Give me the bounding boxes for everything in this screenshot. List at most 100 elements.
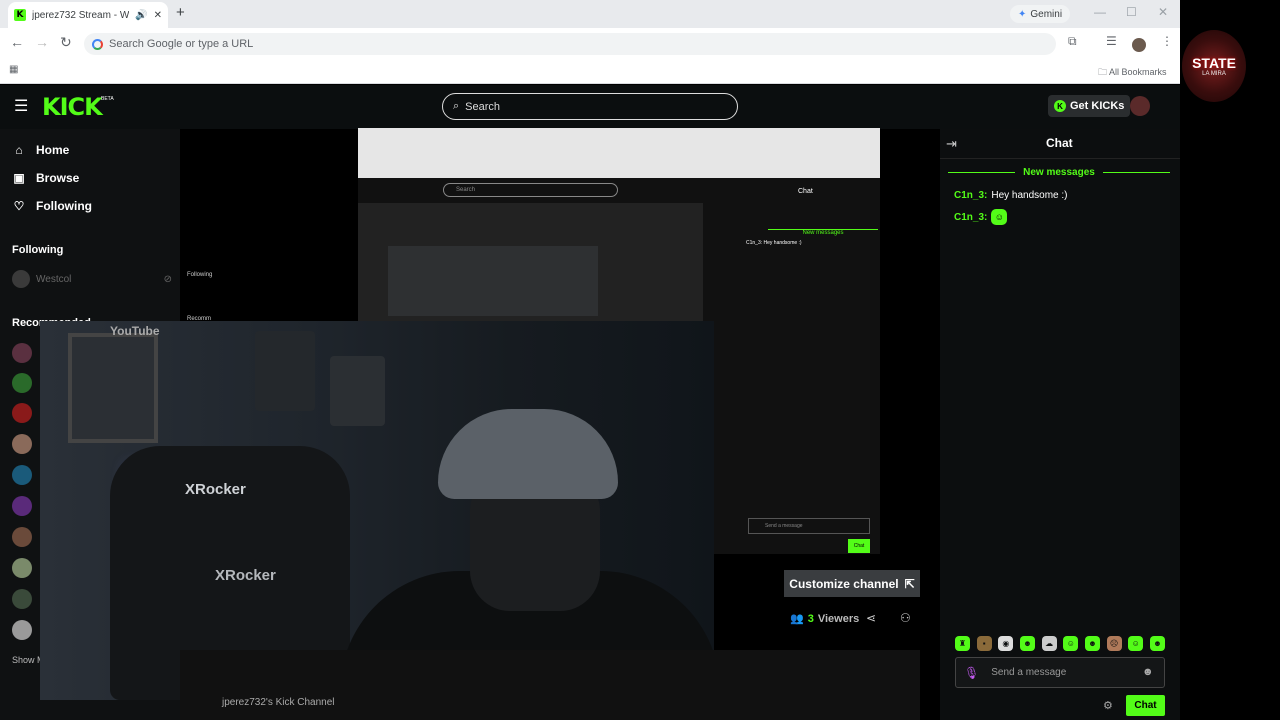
recommended-avatar[interactable]	[12, 558, 32, 578]
emote-icon[interactable]: ☻	[1149, 636, 1165, 651]
emoji-picker-icon[interactable]: ☻	[1142, 666, 1154, 678]
minimize-icon[interactable]: —	[1094, 5, 1106, 19]
chat-settings-icon[interactable]: ⚙	[1103, 699, 1113, 712]
emote-icon: ☺	[991, 209, 1008, 225]
search-placeholder: Search	[465, 100, 501, 113]
channel-name: Westcol	[36, 273, 72, 285]
chat-username[interactable]: C1n_3:	[954, 212, 987, 223]
user-avatar[interactable]	[1130, 96, 1150, 116]
emote-icon[interactable]: ☁	[1041, 636, 1057, 651]
recommended-avatar[interactable]	[12, 343, 32, 363]
followed-channel[interactable]: Westcol ⊘	[12, 270, 172, 288]
kicks-coin-icon: K	[1054, 100, 1066, 112]
get-kicks-button[interactable]: K Get KICKs	[1048, 95, 1131, 117]
kick-favicon-icon: K	[14, 9, 26, 21]
follow-user-icon[interactable]: ⚇	[900, 611, 911, 625]
recommended-avatar[interactable]	[12, 434, 32, 454]
close-tab-icon[interactable]: ✕	[154, 10, 162, 21]
emote-icon[interactable]: ☻	[1084, 636, 1100, 651]
recommended-avatar[interactable]	[12, 620, 32, 640]
wall-bag	[330, 356, 385, 426]
new-messages-label: New messages	[1023, 167, 1095, 178]
emote-icon[interactable]: ♜	[955, 636, 970, 651]
microphone-icon[interactable]: 🎙	[964, 666, 979, 680]
menu-icon[interactable]: ⋮	[1161, 34, 1173, 48]
youtube-label: YouTube	[110, 324, 160, 338]
recommended-avatar[interactable]	[12, 373, 32, 393]
sparkle-icon: ✦	[1018, 8, 1027, 20]
nested-new-messages: New messages	[768, 229, 878, 236]
send-chat-button[interactable]: Chat	[1126, 695, 1165, 716]
recommended-avatar[interactable]	[12, 496, 32, 516]
sidebar-item-browse[interactable]: ▣ Browse	[12, 171, 79, 185]
forward-icon[interactable]: →	[35, 34, 49, 50]
chair-brand-top: XRocker	[185, 481, 246, 498]
emote-bar: ♜ ▪ ◉ ☻ ☁ ☺ ☻ ☹ ☺ ☻	[955, 636, 1165, 651]
search-input[interactable]: ⌕ Search	[442, 93, 738, 120]
offline-icon: ⊘	[163, 273, 172, 285]
customize-channel-button[interactable]: Customize channel ⇱	[784, 570, 920, 597]
emote-icon[interactable]: ▪	[976, 636, 992, 651]
send-message-input[interactable]: 🎙 Send a message	[955, 657, 1165, 688]
get-kicks-label: Get KICKs	[1070, 100, 1125, 112]
sidebar-item-home[interactable]: ⌂ Home	[12, 143, 69, 157]
sidebar-item-label: Home	[36, 143, 70, 157]
search-icon: ⌕	[453, 100, 460, 112]
reload-icon[interactable]: ↻	[60, 34, 72, 51]
sidebar-item-label: Following	[36, 199, 92, 213]
hamburger-menu-icon[interactable]: ☰	[14, 96, 28, 116]
emote-icon[interactable]: ☺	[1063, 636, 1079, 651]
folder-icon: 🗀	[1098, 67, 1108, 77]
nested-chat-title: Chat	[798, 188, 813, 195]
emote-icon[interactable]: ◉	[998, 636, 1014, 651]
avatar	[12, 270, 30, 288]
gemini-label: Gemini	[1030, 8, 1063, 20]
google-icon	[92, 38, 103, 50]
address-bar[interactable]: Search Google or type a URL	[84, 33, 1056, 55]
recommended-avatar[interactable]	[12, 465, 32, 485]
heart-icon: ♡	[13, 199, 25, 213]
customize-label: Customize channel	[789, 576, 899, 591]
share-icon[interactable]: ⋖	[866, 611, 876, 625]
new-messages-divider: New messages	[948, 167, 1170, 178]
collapse-chat-icon[interactable]: ⇥	[946, 136, 957, 152]
close-window-icon[interactable]: ✕	[1158, 5, 1168, 19]
back-icon[interactable]: ←	[10, 34, 24, 50]
viewers-icon: 👥	[790, 613, 804, 625]
maximize-icon[interactable]: ☐	[1126, 5, 1137, 19]
profile-avatar[interactable]	[1132, 38, 1146, 52]
webcam-feed: YouTube XRocker XRocker	[40, 321, 714, 700]
recommended-avatar[interactable]	[12, 589, 32, 609]
about-section	[180, 650, 920, 720]
recommended-avatar[interactable]	[12, 527, 32, 547]
apps-icon[interactable]: ▦	[9, 64, 18, 75]
all-bookmarks-label: All Bookmarks	[1109, 67, 1167, 77]
emote-icon[interactable]: ☺	[1128, 636, 1144, 651]
speaker-icon[interactable]: 🔊	[135, 10, 147, 21]
chair-brand-bottom: XRocker	[215, 567, 276, 584]
gemini-button[interactable]: ✦ Gemini	[1010, 5, 1071, 23]
browse-icon: ▣	[13, 171, 25, 185]
viewers-label: Viewers	[817, 612, 860, 625]
new-tab-button[interactable]: +	[176, 4, 185, 21]
recommended-avatar[interactable]	[12, 403, 32, 423]
emote-icon[interactable]: ☹	[1106, 636, 1122, 651]
browser-tab[interactable]: K jperez732 Stream - Watch L 🔊 ✕	[8, 2, 168, 28]
cast-icon[interactable]: ⧉	[1068, 34, 1077, 49]
address-placeholder: Search Google or type a URL	[109, 38, 254, 50]
chat-username[interactable]: C1n_3:	[954, 190, 987, 201]
overlay-logo-text: STATE	[1192, 55, 1236, 71]
tab-title: jperez732 Stream - Watch L	[32, 9, 129, 21]
all-bookmarks[interactable]: 🗀 All Bookmarks	[1098, 65, 1167, 81]
beta-badge: BETA	[101, 96, 114, 102]
chat-divider	[940, 158, 1180, 159]
media-icon[interactable]: ☰	[1106, 34, 1117, 48]
chat-message: C1n_3: Hey handsome :)	[954, 190, 1068, 201]
kick-logo[interactable]: KICK	[42, 93, 103, 121]
sidebar-item-following[interactable]: ♡ Following	[12, 199, 92, 213]
viewer-number: 3	[807, 612, 814, 625]
bookmarks-bar	[0, 58, 1180, 84]
emote-icon[interactable]: ☻	[1019, 636, 1035, 651]
nested-send-input: Send a message	[748, 518, 870, 534]
viewer-count: 👥 3 Viewers	[790, 612, 860, 626]
